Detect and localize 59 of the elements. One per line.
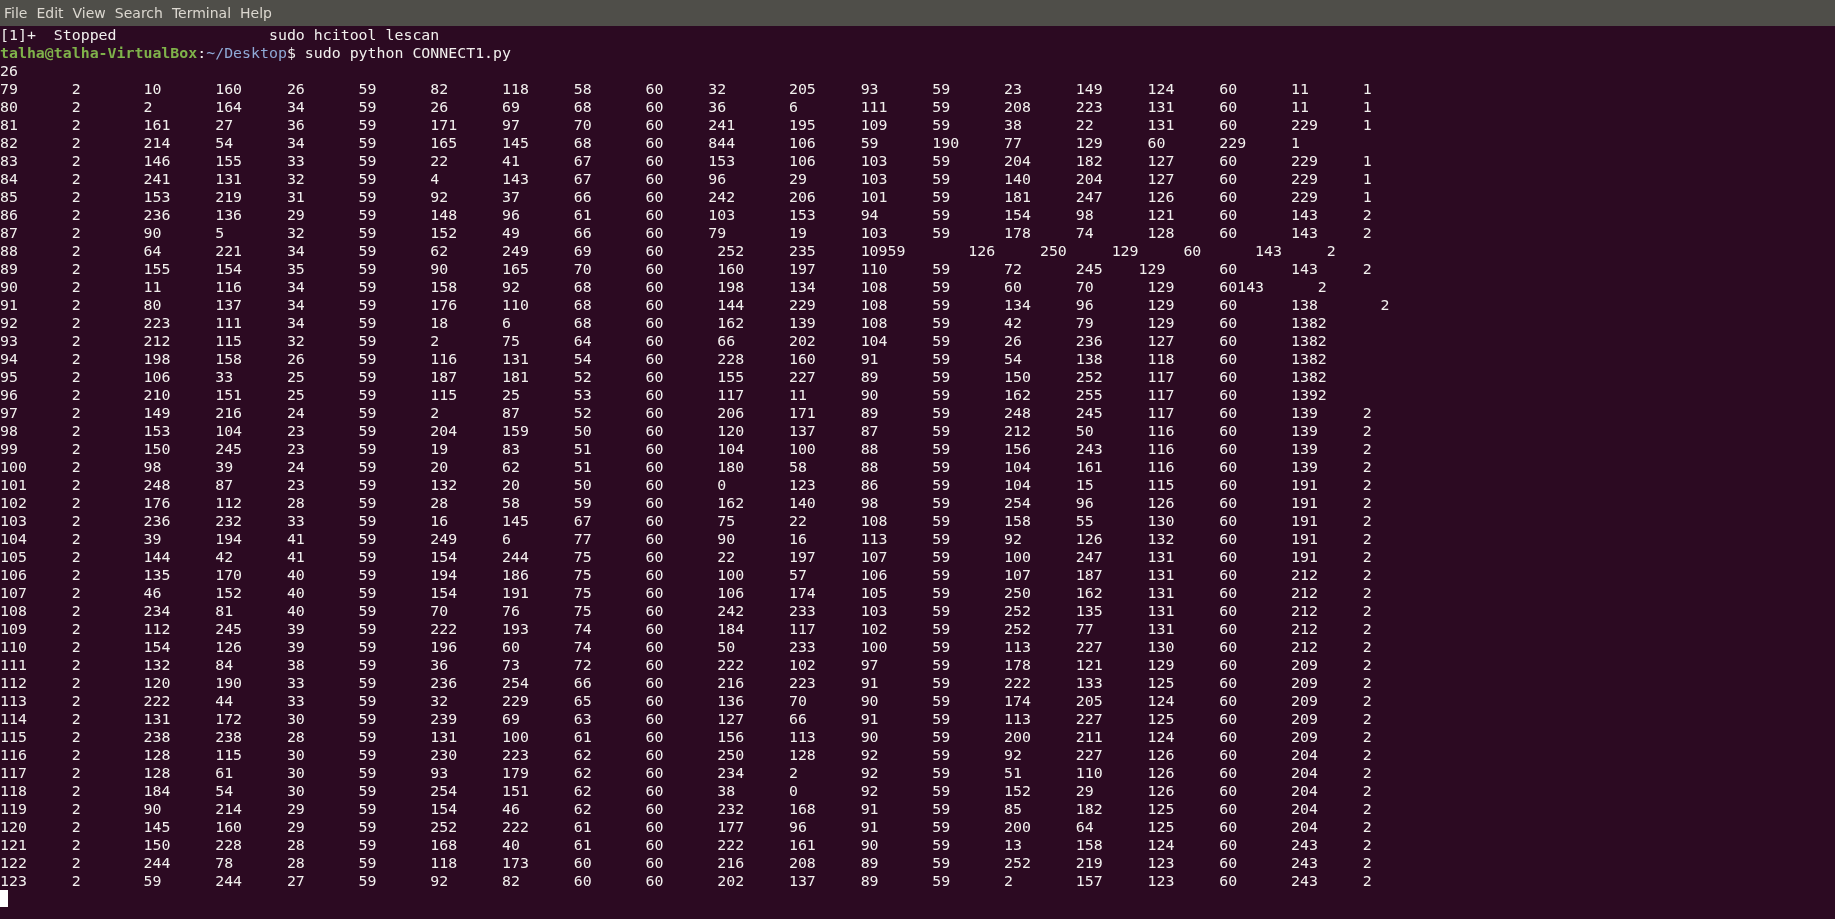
terminal-line: 97 2 149 216 24 59 2 87 52 60 206 171 89 59 248 245 117 60 139 2 xyxy=(0,404,1372,422)
command-text: sudo python CONNECT1.py xyxy=(303,44,512,62)
terminal-line: 82 2 214 54 34 59 165 145 68 60 844 106 59 190 77 129 60 229 1 xyxy=(0,134,1300,152)
terminal-line: 98 2 153 104 23 59 204 159 50 60 120 137 87 59 212 50 116 60 139 2 xyxy=(0,422,1372,440)
terminal-line: 113 2 222 44 33 59 32 229 65 60 136 70 90 59 174 205 124 60 209 2 xyxy=(0,692,1372,710)
terminal-line: 119 2 90 214 29 59 154 46 62 60 232 168 91 59 85 182 125 60 204 2 xyxy=(0,800,1372,818)
terminal-line: 99 2 150 245 23 59 19 83 51 60 104 100 88 59 156 243 116 60 139 2 xyxy=(0,440,1372,458)
terminal-line: 104 2 39 194 41 59 249 6 77 60 90 16 113 59 92 126 132 60 191 2 xyxy=(0,530,1372,548)
terminal-line: 107 2 46 152 40 59 154 191 75 60 106 174 105 59 250 162 131 60 212 2 xyxy=(0,584,1372,602)
terminal-line: 81 2 161 27 36 59 171 97 70 60 241 195 109 59 38 22 131 60 229 1 xyxy=(0,116,1372,134)
terminal-line: 92 2 223 111 34 59 18 6 68 60 162 139 108 59 42 79 129 60 1382 xyxy=(0,314,1327,332)
menu-item[interactable]: View xyxy=(68,0,111,26)
terminal-line: 112 2 120 190 33 59 236 254 66 60 216 223 91 59 222 133 125 60 209 2 xyxy=(0,674,1372,692)
terminal-line: 115 2 238 238 28 59 131 100 61 60 156 113 90 59 200 211 124 60 209 2 xyxy=(0,728,1372,746)
menu-item[interactable]: Search xyxy=(110,0,168,26)
terminal-line: 114 2 131 172 30 59 239 69 63 60 127 66 91 59 113 227 125 60 209 2 xyxy=(0,710,1372,728)
terminal-line: 91 2 80 137 34 59 176 110 68 60 144 229 108 59 134 96 129 60 138 2 xyxy=(0,296,1390,314)
terminal-line: 83 2 146 155 33 59 22 41 67 60 153 106 103 59 204 182 127 60 229 1 xyxy=(0,152,1372,170)
terminal-line: 121 2 150 228 28 59 168 40 61 60 222 161 90 59 13 158 124 60 243 2 xyxy=(0,836,1372,854)
terminal-line: 80 2 2 164 34 59 26 69 68 60 36 6 111 59 208 223 131 60 11 1 xyxy=(0,98,1372,116)
terminal-line: 116 2 128 115 30 59 230 223 62 60 250 128 92 59 92 227 126 60 204 2 xyxy=(0,746,1372,764)
terminal-line: 87 2 90 5 32 59 152 49 66 60 79 19 103 59 178 74 128 60 143 2 xyxy=(0,224,1372,242)
terminal-line: 90 2 11 116 34 59 158 92 68 60 198 134 108 59 60 70 129 60143 2 xyxy=(0,278,1327,296)
prompt-symbol: $ xyxy=(286,44,296,62)
terminal-line: 93 2 212 115 32 59 2 75 64 60 66 202 104 59 26 236 127 60 1382 xyxy=(0,332,1327,350)
terminal-line: 117 2 128 61 30 59 93 179 62 60 234 2 92 59 51 110 126 60 204 2 xyxy=(0,764,1372,782)
terminal-line: 110 2 154 126 39 59 196 60 74 60 50 233 100 59 113 227 130 60 212 2 xyxy=(0,638,1372,656)
terminal-line: 95 2 106 33 25 59 187 181 52 60 155 227 89 59 150 252 117 60 1382 xyxy=(0,368,1327,386)
terminal-line: 103 2 236 232 33 59 16 145 67 60 75 22 108 59 158 55 130 60 191 2 xyxy=(0,512,1372,530)
terminal-line: 84 2 241 131 32 59 4 143 67 60 96 29 103 59 140 204 127 60 229 1 xyxy=(0,170,1372,188)
terminal-line: 108 2 234 81 40 59 70 76 75 60 242 233 103 59 252 135 131 60 212 2 xyxy=(0,602,1372,620)
terminal-line: 122 2 244 78 28 59 118 173 60 60 216 208 89 59 252 219 123 60 243 2 xyxy=(0,854,1372,872)
terminal-line: 106 2 135 170 40 59 194 186 75 60 100 57 106 59 107 187 131 60 212 2 xyxy=(0,566,1372,584)
terminal-line: 89 2 155 154 35 59 90 165 70 60 160 197 110 59 72 245 129 60 143 2 xyxy=(0,260,1372,278)
text-cursor xyxy=(0,890,8,907)
terminal-line: 88 2 64 221 34 59 62 249 69 60 252 235 10959 126 250 129 60 143 2 xyxy=(0,242,1336,260)
prompt-path: ~/Desktop xyxy=(206,44,287,62)
terminal-line: 85 2 153 219 31 59 92 37 66 60 242 206 101 59 181 247 126 60 229 1 xyxy=(0,188,1372,206)
menu-item[interactable]: File xyxy=(0,0,33,26)
terminal-line: 26 xyxy=(0,62,18,80)
prompt-user-host: talha@talha-VirtualBox xyxy=(0,44,198,62)
terminal-line: 86 2 236 136 29 59 148 96 61 60 103 153 94 59 154 98 121 60 143 2 xyxy=(0,206,1372,224)
terminal-line: 120 2 145 160 29 59 252 222 61 60 177 96 91 59 200 64 125 60 204 2 xyxy=(0,818,1372,836)
menu-item[interactable]: Edit xyxy=(32,0,69,26)
terminal-line: 79 2 10 160 26 59 82 118 58 60 32 205 93 59 23 149 124 60 11 1 xyxy=(0,80,1372,98)
terminal-line: 102 2 176 112 28 59 28 58 59 60 162 140 98 59 254 96 126 60 191 2 xyxy=(0,494,1372,512)
menu-item[interactable]: Terminal xyxy=(167,0,237,26)
terminal-line: 96 2 210 151 25 59 115 25 53 60 117 11 90 59 162 255 117 60 1392 xyxy=(0,386,1327,404)
terminal-line: 105 2 144 42 41 59 154 244 75 60 22 197 107 59 100 247 131 60 191 2 xyxy=(0,548,1372,566)
terminal-line: [1]+ Stopped sudo hcitool lescan xyxy=(0,26,440,44)
terminal-line: 109 2 112 245 39 59 222 193 74 60 184 117 102 59 252 77 131 60 212 2 xyxy=(0,620,1372,638)
prompt-separator: : xyxy=(197,44,207,62)
terminal-line: 101 2 248 87 23 59 132 20 50 60 0 123 86 59 104 15 115 60 191 2 xyxy=(0,476,1372,494)
terminal-line: 118 2 184 54 30 59 254 151 62 60 38 0 92 59 152 29 126 60 204 2 xyxy=(0,782,1372,800)
terminal-line: 94 2 198 158 26 59 116 131 54 60 228 160 91 59 54 138 118 60 1382 xyxy=(0,350,1327,368)
terminal-line: 100 2 98 39 24 59 20 62 51 60 180 58 88 59 104 161 116 60 139 2 xyxy=(0,458,1372,476)
terminal-line: 123 2 59 244 27 59 92 82 60 60 202 137 89 59 2 157 123 60 243 2 xyxy=(0,872,1372,890)
terminal-line: 111 2 132 84 38 59 36 73 72 60 222 102 97 59 178 121 129 60 209 2 xyxy=(0,656,1372,674)
menu-item[interactable]: Help xyxy=(236,0,277,26)
